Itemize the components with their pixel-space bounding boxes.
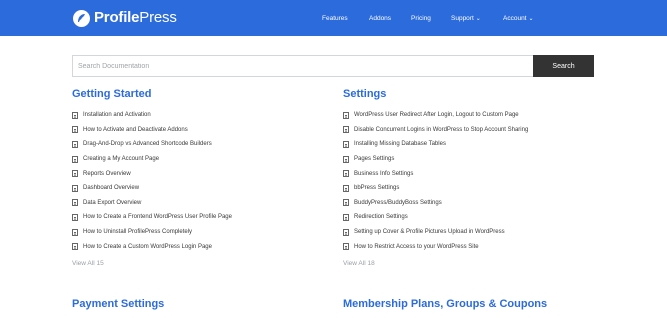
article-link[interactable]: Creating a My Account Page [72, 152, 332, 167]
article-link[interactable]: Setting up Cover & Profile Pictures Uplo… [343, 225, 603, 240]
document-icon [343, 243, 349, 251]
section-settings: Settings WordPress User Redirect After L… [343, 87, 603, 267]
article-link[interactable]: Dashboard Overview [72, 181, 332, 196]
article-title: How to Activate and Deactivate Addons [83, 126, 188, 133]
nav-account[interactable]: Account ⌄ [503, 0, 534, 36]
article-link[interactable]: Disable Concurrent Logins in WordPress t… [343, 123, 603, 138]
article-list: WordPress User Redirect After Login, Log… [343, 108, 603, 254]
brand-name: ProfilePress [94, 9, 177, 26]
article-title: bbPress Settings [354, 185, 400, 192]
article-link[interactable]: Installing Missing Database Tables [343, 137, 603, 152]
article-title: How to Restrict Access to your WordPress… [354, 243, 479, 250]
search-input[interactable] [72, 55, 533, 77]
article-link[interactable]: How to Restrict Access to your WordPress… [343, 239, 603, 254]
article-title: Setting up Cover & Profile Pictures Uplo… [354, 229, 505, 236]
feather-icon [73, 9, 90, 27]
article-title: How to Uninstall ProfilePress Completely [83, 229, 193, 236]
article-title: Creating a My Account Page [83, 156, 160, 163]
nav-pricing-label: Pricing [411, 14, 431, 22]
nav-addons-label: Addons [369, 14, 392, 22]
article-title: How to Create a Frontend WordPress User … [83, 214, 232, 221]
article-link[interactable]: How to Uninstall ProfilePress Completely [72, 225, 332, 240]
view-all-link[interactable]: View All 18 [343, 260, 603, 267]
article-title: WordPress User Redirect After Login, Log… [354, 112, 519, 119]
document-icon [72, 126, 78, 134]
article-title: How to Create a Custom WordPress Login P… [83, 243, 212, 250]
article-link[interactable]: BuddyPress/BuddyBoss Settings [343, 196, 603, 211]
article-title: Pages Settings [354, 156, 395, 163]
article-link[interactable]: Data Export Overview [72, 196, 332, 211]
nav-support-label: Support [451, 14, 474, 22]
article-title: Installation and Activation [83, 112, 151, 119]
document-icon [343, 155, 349, 163]
article-link[interactable]: Redirection Settings [343, 210, 603, 225]
nav-account-label: Account [503, 14, 527, 22]
top-header: ProfilePress Features Addons Pricing Sup… [0, 0, 667, 36]
document-icon [72, 155, 78, 163]
article-link[interactable]: How to Activate and Deactivate Addons [72, 123, 332, 138]
section-title[interactable]: Payment Settings [72, 298, 164, 310]
article-link[interactable]: Reports Overview [72, 166, 332, 181]
article-link[interactable]: bbPress Settings [343, 181, 603, 196]
article-link[interactable]: Pages Settings [343, 152, 603, 167]
article-list: Installation and Activation How to Activ… [72, 108, 332, 254]
nav-features[interactable]: Features [322, 0, 348, 36]
section-title[interactable]: Membership Plans, Groups & Coupons [343, 298, 547, 310]
article-title: Installing Missing Database Tables [354, 141, 446, 148]
document-icon [343, 199, 349, 207]
document-icon [343, 140, 349, 148]
document-icon [343, 228, 349, 236]
document-icon [72, 170, 78, 178]
article-link[interactable]: How to Create a Custom WordPress Login P… [72, 239, 332, 254]
article-link[interactable]: Drag-And-Drop vs Advanced Shortcode Buil… [72, 137, 332, 152]
article-title: Redirection Settings [354, 214, 408, 221]
document-icon [72, 243, 78, 251]
section-title[interactable]: Getting Started [72, 87, 332, 101]
document-icon [72, 228, 78, 236]
section-title[interactable]: Settings [343, 87, 603, 101]
document-icon [72, 213, 78, 221]
section-getting-started: Getting Started Installation and Activat… [72, 87, 332, 267]
chevron-down-icon: ⌄ [528, 15, 534, 22]
document-icon [72, 111, 78, 119]
document-icon [343, 111, 349, 119]
search-button[interactable]: Search [533, 55, 594, 77]
nav-features-label: Features [322, 14, 348, 22]
profilepress-logo[interactable]: ProfilePress [73, 8, 177, 28]
article-title: Reports Overview [83, 170, 131, 177]
article-link[interactable]: How to Create a Frontend WordPress User … [72, 210, 332, 225]
article-link[interactable]: Business Info Settings [343, 166, 603, 181]
view-all-link[interactable]: View All 15 [72, 260, 332, 267]
document-icon [343, 126, 349, 134]
document-icon [343, 213, 349, 221]
article-title: Drag-And-Drop vs Advanced Shortcode Buil… [83, 141, 212, 148]
document-icon [343, 170, 349, 178]
nav-support[interactable]: Support ⌄ [451, 0, 481, 36]
article-title: Disable Concurrent Logins in WordPress t… [354, 126, 529, 133]
search-bar: Search [72, 55, 594, 77]
article-title: Dashboard Overview [83, 185, 140, 192]
article-link[interactable]: WordPress User Redirect After Login, Log… [343, 108, 603, 123]
nav-pricing[interactable]: Pricing [411, 0, 431, 36]
document-icon [72, 199, 78, 207]
article-link[interactable]: Installation and Activation [72, 108, 332, 123]
document-icon [72, 140, 78, 148]
article-title: Data Export Overview [83, 199, 142, 206]
chevron-down-icon: ⌄ [475, 15, 481, 22]
nav-addons[interactable]: Addons [369, 0, 391, 36]
document-icon [343, 184, 349, 192]
article-title: Business Info Settings [354, 170, 414, 177]
article-title: BuddyPress/BuddyBoss Settings [354, 199, 442, 206]
document-icon [72, 184, 78, 192]
